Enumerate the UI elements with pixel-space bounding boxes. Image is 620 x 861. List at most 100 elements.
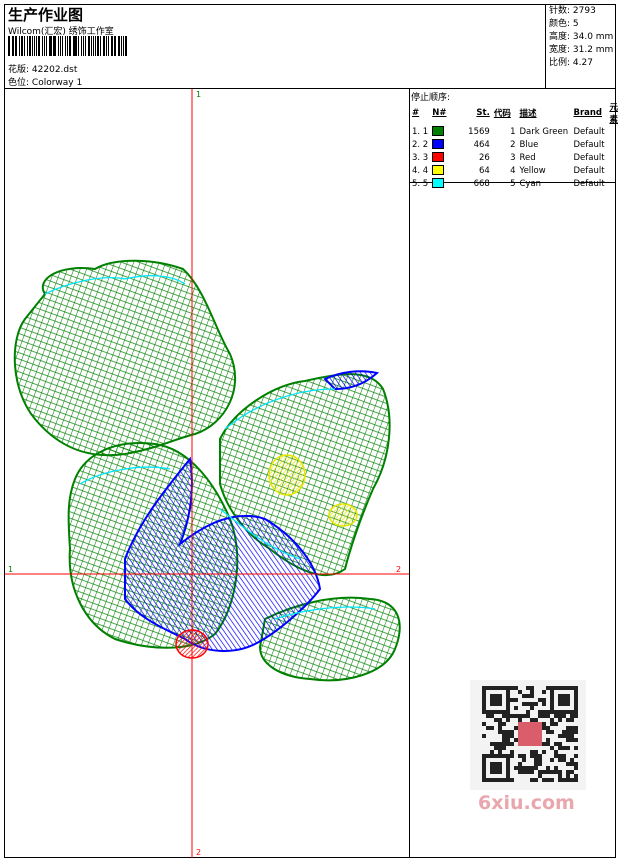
color-swatch	[430, 164, 466, 177]
barcode-bar	[20, 36, 24, 56]
qr-module	[510, 698, 514, 702]
qr-module	[554, 770, 558, 774]
qr-module	[498, 750, 502, 754]
qr-module	[498, 742, 502, 746]
design-row: 花版: 42202.dst	[8, 62, 77, 75]
barcode-bar	[34, 36, 36, 56]
qr-module	[506, 714, 510, 718]
barcode-bar	[54, 36, 57, 56]
qr-module	[526, 694, 530, 698]
qr-module	[554, 766, 558, 770]
qr-module	[566, 718, 570, 722]
qr-module	[510, 714, 514, 718]
colorway-label: 色位:	[8, 78, 30, 88]
qr-module	[550, 746, 554, 750]
col-description: 描述	[519, 109, 537, 119]
qr-module	[562, 758, 566, 762]
qr-module	[490, 694, 502, 706]
qr-module	[542, 714, 546, 718]
qr-module	[562, 778, 566, 782]
row-code: 3	[510, 152, 516, 163]
barcode-bar	[41, 36, 44, 56]
barcode-bar	[95, 36, 97, 56]
color-count: 颜色: 5	[549, 19, 579, 29]
qr-module	[534, 778, 538, 782]
qr-module	[562, 734, 566, 738]
row-stitches: 1569	[468, 126, 490, 137]
qr-module	[558, 742, 562, 746]
row-stitches: 668	[473, 178, 490, 189]
barcode-bar	[15, 36, 17, 56]
barcode-bar	[8, 36, 10, 56]
table-row: 3. 3 26 3 Red Default	[410, 151, 620, 164]
qr-module	[546, 742, 550, 746]
barcode-bar	[106, 36, 108, 56]
qr-module	[530, 750, 534, 754]
qr-module	[510, 742, 514, 746]
qr-module	[506, 734, 510, 738]
qr-module	[550, 770, 554, 774]
qr-module	[570, 770, 574, 774]
qr-module	[566, 762, 570, 766]
qr-module	[558, 734, 562, 738]
qr-module	[510, 750, 514, 754]
qr-module	[538, 714, 542, 718]
barcode-bar	[58, 36, 59, 56]
barcode-bar	[18, 36, 20, 56]
qr-module	[558, 718, 562, 722]
qr-module	[574, 778, 578, 782]
qr-module	[554, 742, 558, 746]
stitch-count: 针数: 2793	[549, 6, 596, 16]
barcode-bar	[72, 36, 74, 56]
qr-module	[510, 730, 514, 734]
qr-module	[494, 742, 498, 746]
watermark: 6xiu.com	[478, 792, 575, 814]
barcode-bar	[88, 36, 90, 56]
design-height: 高度: 34.0 mm	[549, 32, 614, 42]
qr-module	[514, 726, 518, 730]
qr-module	[550, 730, 554, 734]
stop-sequence-table: # N# St. 代码 描述 Brand 元素 1. 1 1569 1 Dark Gr…	[410, 101, 620, 190]
col-index: #	[412, 108, 420, 118]
qr-module	[530, 754, 534, 758]
qr-module	[538, 758, 542, 762]
qr-module	[574, 746, 578, 750]
qr-module	[522, 694, 526, 698]
row-description: Dark Green	[519, 126, 569, 137]
qr-module	[558, 778, 562, 782]
axis-label-left: 1	[8, 565, 13, 574]
qr-module	[566, 778, 570, 782]
qr-code-graphic	[482, 686, 578, 782]
barcode-bar	[13, 36, 15, 56]
qr-code	[470, 680, 586, 790]
qr-module	[534, 718, 538, 722]
barcode-bar	[90, 36, 92, 56]
design-shape-head	[13, 259, 236, 457]
qr-module	[546, 686, 550, 690]
axis-label-bottom: 2	[196, 848, 201, 857]
qr-module	[542, 750, 546, 754]
qr-module	[558, 770, 562, 774]
qr-module	[542, 710, 546, 714]
qr-module	[538, 774, 542, 778]
qr-module	[570, 726, 574, 730]
qr-module	[562, 754, 566, 758]
qr-module	[498, 730, 502, 734]
qr-module	[566, 770, 570, 774]
barcode-bar	[85, 36, 87, 56]
qr-module	[538, 754, 542, 758]
qr-module	[558, 754, 562, 758]
qr-module	[502, 738, 506, 742]
row-code: 2	[510, 139, 516, 150]
qr-module	[518, 690, 522, 694]
barcode-bar	[52, 36, 54, 56]
color-swatch-box	[432, 178, 445, 189]
qr-module	[562, 746, 566, 750]
qr-module	[526, 714, 530, 718]
qr-module	[502, 734, 506, 738]
barcode-bar	[24, 36, 26, 56]
qr-module	[574, 766, 578, 770]
qr-module	[526, 766, 530, 770]
qr-module	[570, 738, 574, 742]
qr-module	[554, 754, 558, 758]
